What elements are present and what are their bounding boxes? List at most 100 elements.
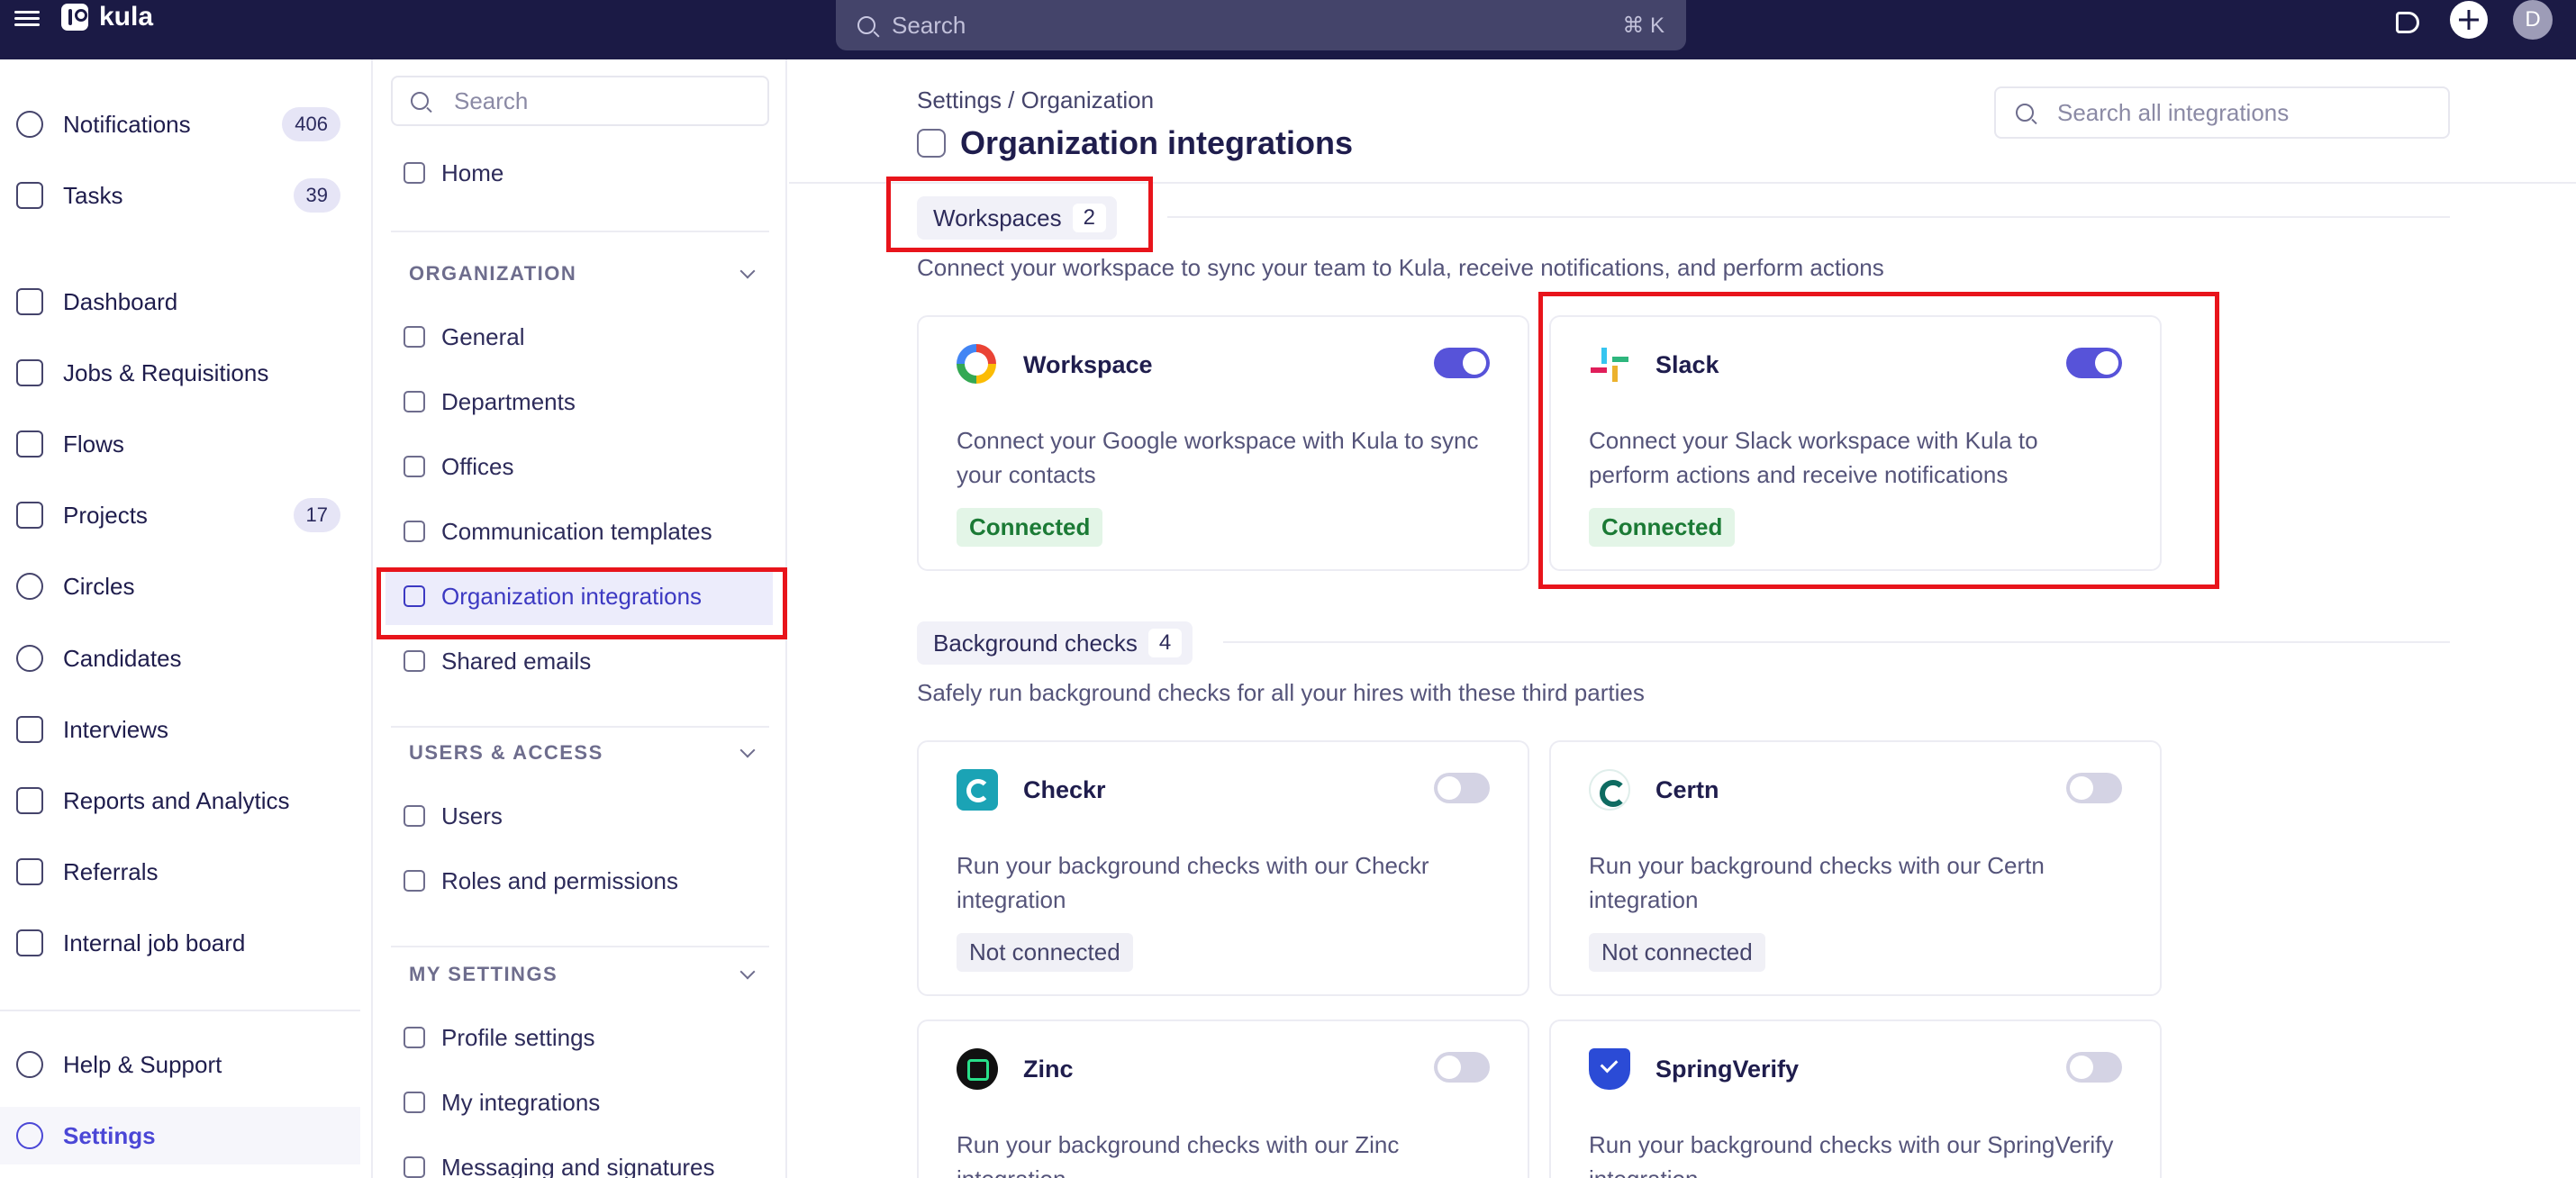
checkr-logo-icon xyxy=(957,769,998,811)
avatar[interactable]: D xyxy=(2513,0,2553,40)
certn-logo-icon xyxy=(1589,769,1630,811)
sidebar-item-help[interactable]: Help & Support xyxy=(0,1036,360,1093)
integration-toggle[interactable] xyxy=(2066,1052,2122,1083)
sidebar-item-label: Projects xyxy=(63,501,148,529)
section-title: Workspaces xyxy=(933,204,1062,231)
sidebar-item-candidates[interactable]: Candidates xyxy=(0,630,360,687)
settings-item-offices[interactable]: Offices xyxy=(385,438,773,495)
page-header: Settings / Organization Organization int… xyxy=(789,59,2576,184)
organization-section-header[interactable]: ORGANIZATION xyxy=(409,256,769,292)
global-search-placeholder: Search xyxy=(892,11,966,39)
circles-icon xyxy=(16,573,43,600)
sidebar-item-label: Internal job board xyxy=(63,929,246,956)
settings-item-messaging[interactable]: Messaging and signatures xyxy=(385,1138,773,1178)
integration-card-slack[interactable]: Slack Connect your Slack workspace with … xyxy=(1549,315,2162,571)
gear-icon xyxy=(16,1122,43,1149)
integration-description: Run your background checks with our Spri… xyxy=(1589,1131,2114,1178)
notifications-count-badge: 406 xyxy=(282,107,340,141)
settings-item-roles-permissions[interactable]: Roles and permissions xyxy=(385,852,773,910)
app-name: kula xyxy=(99,2,154,32)
integration-card-checkr[interactable]: Checkr Run your background checks with o… xyxy=(917,740,1529,996)
app-logo[interactable]: kula xyxy=(61,2,153,32)
integration-description: Run your background checks with our Zinc… xyxy=(957,1131,1400,1178)
settings-item-label: Messaging and signatures xyxy=(441,1153,715,1178)
settings-item-my-integrations[interactable]: My integrations xyxy=(385,1074,773,1131)
search-icon xyxy=(857,16,875,34)
settings-item-shared-emails[interactable]: Shared emails xyxy=(385,632,773,690)
create-button[interactable] xyxy=(2450,1,2488,39)
integration-toggle[interactable] xyxy=(2066,773,2122,803)
sidebar-item-label: Candidates xyxy=(63,644,182,672)
shield-icon xyxy=(404,870,425,892)
integration-card-springverify[interactable]: SpringVerify Run your background checks … xyxy=(1549,1019,2162,1178)
grid-icon xyxy=(404,1092,425,1113)
home-icon xyxy=(404,162,425,184)
sidebar-item-flows[interactable]: Flows xyxy=(0,415,360,473)
sidebar-item-label: Referrals xyxy=(63,857,159,885)
integration-name: Checkr xyxy=(1023,776,1106,803)
search-icon xyxy=(2016,104,2034,122)
main-content: Settings / Organization Organization int… xyxy=(789,59,2576,1178)
breadcrumb[interactable]: Settings / Organization xyxy=(917,86,1154,114)
sidebar-item-dashboard[interactable]: Dashboard xyxy=(0,273,360,331)
user-circle-icon xyxy=(16,645,43,672)
settings-item-home[interactable]: Home xyxy=(385,144,773,202)
integration-card-zinc[interactable]: Zinc Run your background checks with our… xyxy=(917,1019,1529,1178)
sidebar-item-circles[interactable]: Circles xyxy=(0,557,360,615)
settings-item-communication-templates[interactable]: Communication templates xyxy=(385,503,773,560)
sidebar-item-label: Notifications xyxy=(63,110,191,138)
sidebar-item-projects[interactable]: Projects 17 xyxy=(0,486,360,544)
sidebar-item-notifications[interactable]: Notifications 406 xyxy=(0,95,360,153)
integration-toggle[interactable] xyxy=(2066,348,2122,378)
sidebar-item-label: Circles xyxy=(63,572,135,600)
settings-item-departments[interactable]: Departments xyxy=(385,373,773,430)
layers-icon xyxy=(16,359,43,386)
integration-card-certn[interactable]: Certn Run your background checks with ou… xyxy=(1549,740,2162,996)
section-count: 2 xyxy=(1072,204,1106,232)
building-icon xyxy=(404,456,425,477)
settings-divider xyxy=(391,946,769,947)
settings-search-input[interactable]: Search xyxy=(391,76,769,126)
users-access-section-header[interactable]: USERS & ACCESS xyxy=(409,735,769,771)
sidebar-item-jobs[interactable]: Jobs & Requisitions xyxy=(0,344,360,402)
status-badge: Not connected xyxy=(957,933,1133,972)
zinc-logo-icon xyxy=(957,1048,998,1090)
search-shortcut: ⌘ K xyxy=(1622,13,1664,38)
status-badge: Connected xyxy=(957,508,1103,547)
settings-item-organization-integrations[interactable]: Organization integrations xyxy=(385,567,773,625)
sidebar-item-internal-job-board[interactable]: Internal job board xyxy=(0,914,360,972)
home-icon xyxy=(16,288,43,315)
integration-description: Connect your Slack workspace with Kula t… xyxy=(1589,427,2038,488)
settings-search-placeholder: Search xyxy=(454,86,529,114)
settings-item-profile[interactable]: Profile settings xyxy=(385,1009,773,1066)
global-search[interactable]: Search ⌘ K xyxy=(836,0,1686,50)
my-settings-section-header[interactable]: MY SETTINGS xyxy=(409,956,769,992)
integrations-search-input[interactable]: Search all integrations xyxy=(1994,86,2450,139)
sidebar-item-label: Dashboard xyxy=(63,287,178,315)
calendar-check-icon xyxy=(16,182,43,209)
status-badge: Not connected xyxy=(1589,933,1765,972)
sidebar-item-tasks[interactable]: Tasks 39 xyxy=(0,167,360,224)
sidebar-item-interviews[interactable]: Interviews xyxy=(0,701,360,758)
menu-icon[interactable] xyxy=(14,7,40,32)
chevron-down-icon xyxy=(739,742,756,758)
integration-description: Run your background checks with our Cert… xyxy=(1589,852,2045,913)
help-icon xyxy=(16,1051,43,1078)
integration-toggle[interactable] xyxy=(1434,348,1490,378)
audio-lines-icon xyxy=(16,716,43,743)
message-icon xyxy=(404,1156,425,1178)
settings-item-general[interactable]: General xyxy=(385,308,773,366)
integration-card-google-workspace[interactable]: Workspace Connect your Google workspace … xyxy=(917,315,1529,571)
integration-toggle[interactable] xyxy=(1434,773,1490,803)
user-edit-icon xyxy=(404,1027,425,1048)
megaphone-icon[interactable] xyxy=(2394,6,2425,33)
settings-divider xyxy=(391,726,769,728)
sidebar-item-referrals[interactable]: Referrals xyxy=(0,843,360,901)
settings-item-label: Roles and permissions xyxy=(441,866,679,894)
sidebar-item-settings[interactable]: Settings xyxy=(0,1107,360,1164)
sidebar-item-reports[interactable]: Reports and Analytics xyxy=(0,772,360,829)
section-divider xyxy=(1167,216,2450,218)
integration-toggle[interactable] xyxy=(1434,1052,1490,1083)
settings-item-label: Users xyxy=(441,802,503,829)
settings-item-users[interactable]: Users xyxy=(385,787,773,845)
